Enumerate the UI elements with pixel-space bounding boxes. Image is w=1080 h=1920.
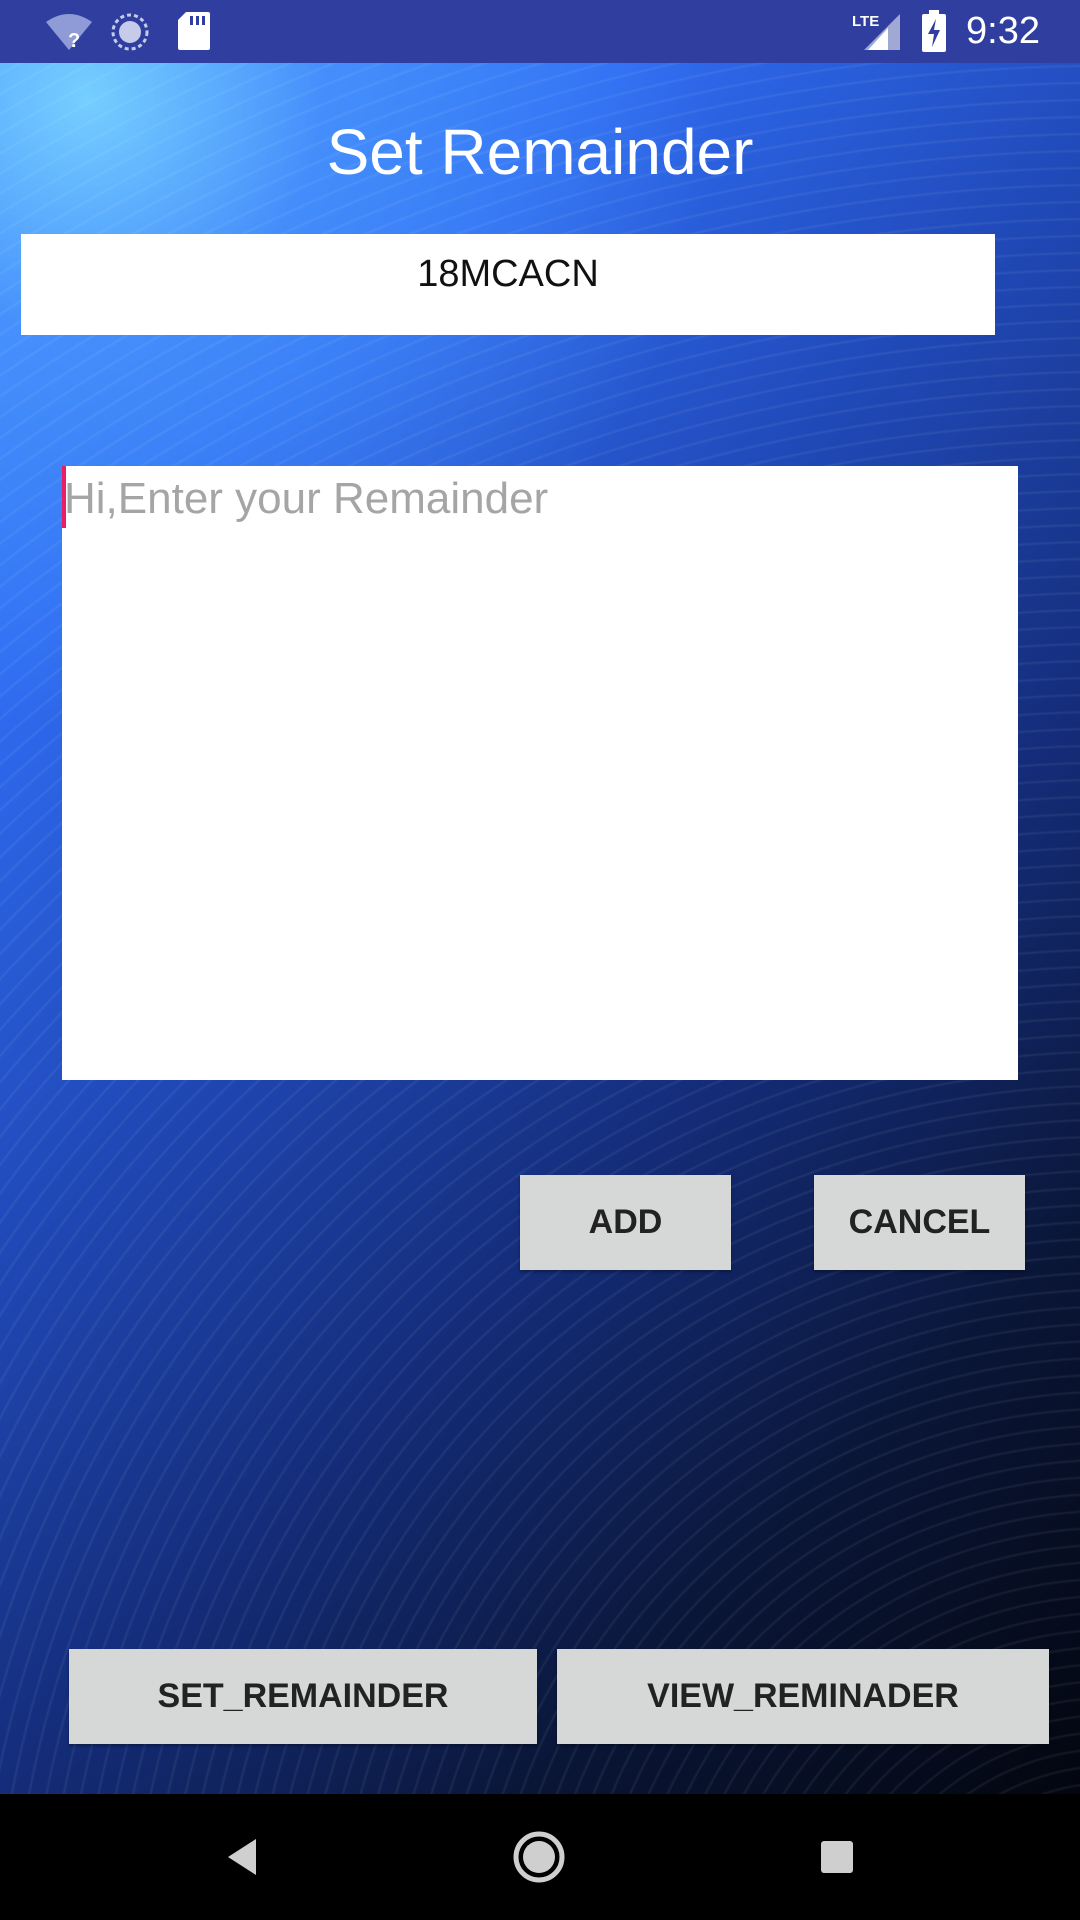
sync-icon (110, 12, 150, 57)
back-icon[interactable] (222, 1827, 262, 1892)
page-title: Set Remainder (326, 116, 754, 188)
lte-signal-icon: LTE (852, 10, 902, 57)
wifi-question-icon: ? (44, 12, 94, 57)
add-button[interactable]: ADD (520, 1175, 731, 1270)
cancel-button[interactable]: CANCEL (814, 1175, 1025, 1270)
status-bar: ? LTE 9:32 (0, 0, 1080, 63)
view-remainder-button[interactable]: VIEW_REMINADER (557, 1649, 1049, 1744)
sd-card-icon (178, 12, 210, 55)
home-icon[interactable] (509, 1827, 569, 1892)
svg-text:?: ? (68, 30, 80, 52)
remainder-input[interactable] (62, 466, 1018, 1080)
set-remainder-button[interactable]: SET_REMAINDER (69, 1649, 537, 1744)
recents-icon[interactable] (815, 1827, 859, 1892)
app-screen: Set Remainder 18MCACN ADD CANCEL SET_REM… (0, 63, 1080, 1794)
status-clock: 9:32 (966, 10, 1040, 52)
battery-charging-icon (922, 10, 946, 57)
navigation-bar (0, 1794, 1080, 1920)
code-field[interactable]: 18MCACN (21, 234, 995, 335)
svg-text:LTE: LTE (852, 13, 879, 30)
text-cursor (62, 466, 66, 528)
